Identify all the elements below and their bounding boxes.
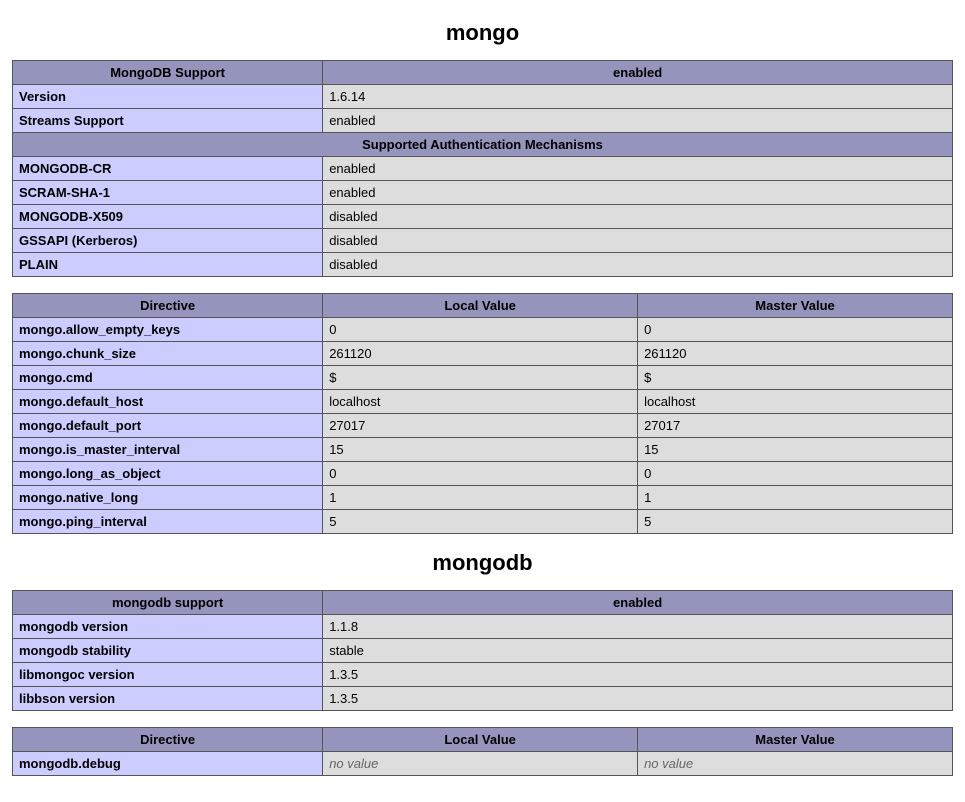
th-master-value: Master Value (638, 728, 953, 752)
section-heading-mongodb: mongodb (12, 550, 953, 576)
table-row: SCRAM-SHA-1 enabled (13, 181, 953, 205)
th-mongodb-enabled: enabled (323, 61, 953, 85)
cell-key: Streams Support (13, 109, 323, 133)
cell-val: enabled (323, 157, 953, 181)
table-row: MONGODB-CR enabled (13, 157, 953, 181)
cell-master: 5 (638, 510, 953, 534)
cell-val: 1.1.8 (323, 615, 953, 639)
table-row: mongodb stability stable (13, 639, 953, 663)
th-directive: Directive (13, 294, 323, 318)
table-row: mongo.default_port 27017 27017 (13, 414, 953, 438)
th-directive: Directive (13, 728, 323, 752)
cell-val: stable (323, 639, 953, 663)
cell-local: localhost (323, 390, 638, 414)
th-local-value: Local Value (323, 294, 638, 318)
table-row: mongodb version 1.1.8 (13, 615, 953, 639)
cell-val: enabled (323, 109, 953, 133)
cell-master: 261120 (638, 342, 953, 366)
th-master-value: Master Value (638, 294, 953, 318)
cell-key: mongo.chunk_size (13, 342, 323, 366)
th-mongodb-support: mongodb support (13, 591, 323, 615)
mongo-support-table: MongoDB Support enabled Version 1.6.14 S… (12, 60, 953, 277)
cell-local: 0 (323, 318, 638, 342)
table-row: libbson version 1.3.5 (13, 687, 953, 711)
cell-val: disabled (323, 229, 953, 253)
cell-local: 0 (323, 462, 638, 486)
cell-master: 0 (638, 318, 953, 342)
cell-key: mongo.is_master_interval (13, 438, 323, 462)
th-auth-mechanisms: Supported Authentication Mechanisms (13, 133, 953, 157)
section-heading-mongo: mongo (12, 20, 953, 46)
cell-key: mongo.default_host (13, 390, 323, 414)
cell-val: disabled (323, 253, 953, 277)
cell-val: 1.6.14 (323, 85, 953, 109)
cell-key: mongodb stability (13, 639, 323, 663)
table-row: Version 1.6.14 (13, 85, 953, 109)
mongodb-support-table: mongodb support enabled mongodb version … (12, 590, 953, 711)
table-row: mongo.default_host localhost localhost (13, 390, 953, 414)
cell-key: SCRAM-SHA-1 (13, 181, 323, 205)
th-mongodb-enabled: enabled (323, 591, 953, 615)
table-row: Streams Support enabled (13, 109, 953, 133)
cell-master: $ (638, 366, 953, 390)
cell-key: mongo.allow_empty_keys (13, 318, 323, 342)
cell-master: 27017 (638, 414, 953, 438)
cell-key: libmongoc version (13, 663, 323, 687)
cell-key: GSSAPI (Kerberos) (13, 229, 323, 253)
mongodb-directive-table: Directive Local Value Master Value mongo… (12, 727, 953, 776)
table-row: PLAIN disabled (13, 253, 953, 277)
table-row: mongodb.debug no value no value (13, 752, 953, 776)
cell-key: mongo.cmd (13, 366, 323, 390)
cell-master: 0 (638, 462, 953, 486)
th-local-value: Local Value (323, 728, 638, 752)
cell-master: 15 (638, 438, 953, 462)
cell-key: mongo.ping_interval (13, 510, 323, 534)
table-row: mongo.chunk_size 261120 261120 (13, 342, 953, 366)
cell-local: 1 (323, 486, 638, 510)
table-row: mongo.is_master_interval 15 15 (13, 438, 953, 462)
cell-local: 27017 (323, 414, 638, 438)
cell-local: $ (323, 366, 638, 390)
mongo-directive-table: Directive Local Value Master Value mongo… (12, 293, 953, 534)
cell-master: 1 (638, 486, 953, 510)
cell-local: 261120 (323, 342, 638, 366)
table-row: mongo.long_as_object 0 0 (13, 462, 953, 486)
table-row: mongo.ping_interval 5 5 (13, 510, 953, 534)
cell-val: enabled (323, 181, 953, 205)
cell-key: mongo.long_as_object (13, 462, 323, 486)
cell-key: Version (13, 85, 323, 109)
cell-local: 15 (323, 438, 638, 462)
cell-local: no value (323, 752, 638, 776)
th-mongodb-support: MongoDB Support (13, 61, 323, 85)
cell-key: PLAIN (13, 253, 323, 277)
cell-val: 1.3.5 (323, 687, 953, 711)
cell-key: mongo.native_long (13, 486, 323, 510)
cell-key: MONGODB-CR (13, 157, 323, 181)
table-row: GSSAPI (Kerberos) disabled (13, 229, 953, 253)
cell-local: 5 (323, 510, 638, 534)
cell-key: MONGODB-X509 (13, 205, 323, 229)
table-row: mongo.cmd $ $ (13, 366, 953, 390)
cell-key: mongo.default_port (13, 414, 323, 438)
cell-val: disabled (323, 205, 953, 229)
table-row: mongo.native_long 1 1 (13, 486, 953, 510)
table-row: mongo.allow_empty_keys 0 0 (13, 318, 953, 342)
cell-key: mongodb version (13, 615, 323, 639)
cell-master: localhost (638, 390, 953, 414)
cell-key: libbson version (13, 687, 323, 711)
cell-val: 1.3.5 (323, 663, 953, 687)
cell-master: no value (638, 752, 953, 776)
cell-key: mongodb.debug (13, 752, 323, 776)
table-row: libmongoc version 1.3.5 (13, 663, 953, 687)
table-row: MONGODB-X509 disabled (13, 205, 953, 229)
